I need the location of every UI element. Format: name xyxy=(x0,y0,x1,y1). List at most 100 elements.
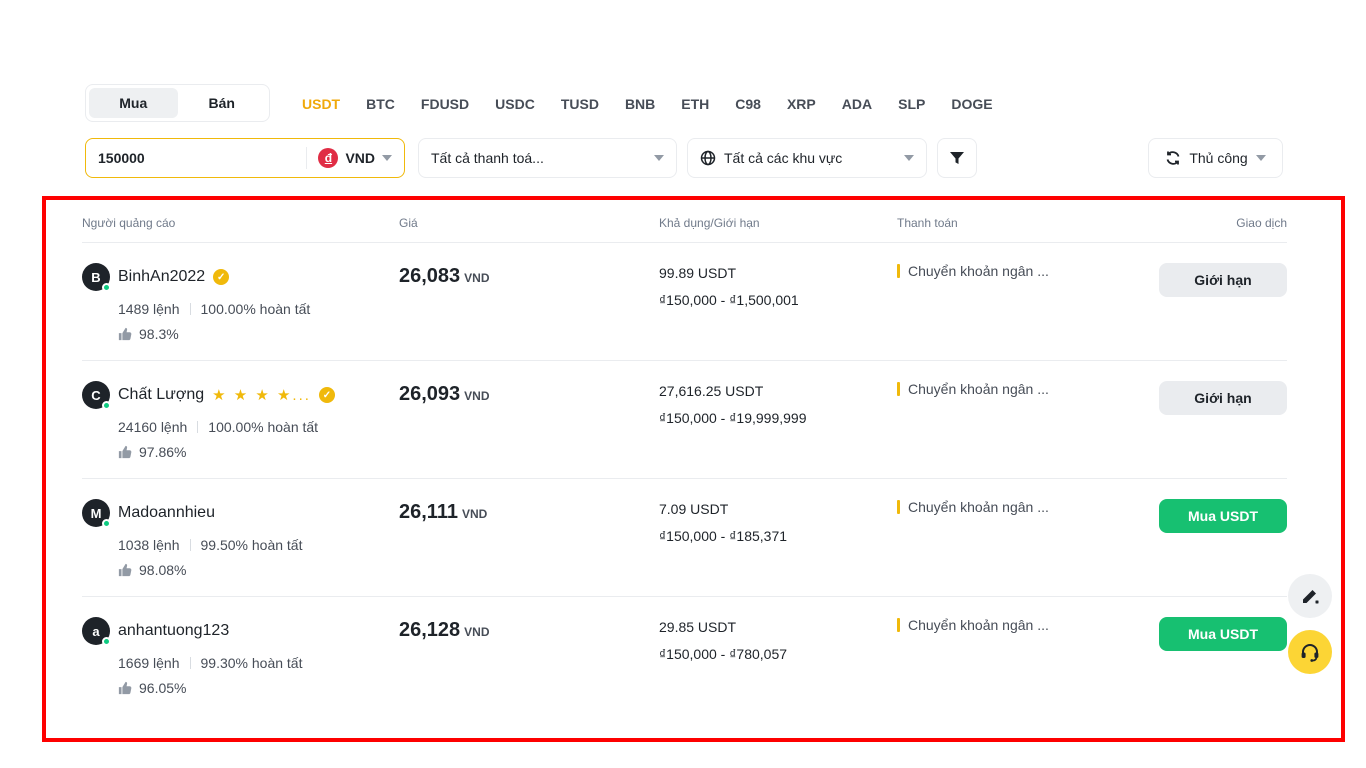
buy-tab[interactable]: Mua xyxy=(89,88,178,118)
advertiser-name[interactable]: Chất Lượng xyxy=(118,386,204,404)
thumbs-up-icon xyxy=(118,445,132,459)
action-cell: Mua USDT xyxy=(1159,617,1287,651)
tab-xrp[interactable]: XRP xyxy=(787,96,816,112)
payment-cell: Chuyển khoản ngân ... xyxy=(897,263,1159,279)
divider xyxy=(190,657,191,669)
available-limit-cell: 7.09 USDT ₫150,000 - ₫185,371 xyxy=(659,499,897,544)
payment-method-dropdown[interactable]: Tất cả thanh toá... xyxy=(418,138,677,178)
annotation-rectangle: Người quảng cáo Giá Khả dụng/Giới hạn Th… xyxy=(42,196,1345,742)
currency-label: VND xyxy=(345,150,375,166)
limit-button[interactable]: Giới hạn xyxy=(1159,263,1287,297)
price-currency: VND xyxy=(462,507,487,521)
amount-filter: đ VND xyxy=(85,138,405,178)
action-cell: Mua USDT xyxy=(1159,499,1287,533)
payment-method: Chuyển khoản ngân ... xyxy=(908,263,1049,279)
amount-input[interactable] xyxy=(86,139,306,177)
thumbs-up-icon xyxy=(118,563,132,577)
advertiser-name[interactable]: anhantuong123 xyxy=(118,622,229,640)
headset-icon xyxy=(1299,641,1321,663)
edit-pencil-icon xyxy=(1300,586,1320,606)
advertiser-cell: B BinhAn2022 ✓ 1489 lệnh 100.00% hoàn tấ… xyxy=(82,263,399,342)
tab-usdt[interactable]: USDT xyxy=(302,96,340,112)
currency-selector[interactable]: đ VND xyxy=(306,148,404,168)
available-amount: 29.85 USDT xyxy=(659,617,897,637)
tab-eth[interactable]: ETH xyxy=(681,96,709,112)
buy-sell-toggle: Mua Bán xyxy=(85,84,270,122)
tab-c98[interactable]: C98 xyxy=(735,96,761,112)
customer-support-button[interactable] xyxy=(1288,630,1332,674)
refresh-mode-button[interactable]: Thủ công xyxy=(1148,138,1283,178)
avatar[interactable]: M xyxy=(82,499,110,527)
avatar[interactable]: B xyxy=(82,263,110,291)
payment-method-bar xyxy=(897,264,900,278)
avatar-initial: C xyxy=(91,388,100,403)
avatar[interactable]: a xyxy=(82,617,110,645)
offer-row: C Chất Lượng ★ ★ ★ ★... ✓ 24160 lệnh 100… xyxy=(82,360,1287,478)
rating-percent: 96.05% xyxy=(139,680,186,696)
region-dropdown[interactable]: Tất cả các khu vực xyxy=(687,138,927,178)
limit-button[interactable]: Giới hạn xyxy=(1159,381,1287,415)
sell-tab[interactable]: Bán xyxy=(178,88,267,118)
tab-slp[interactable]: SLP xyxy=(898,96,925,112)
online-status-dot xyxy=(102,637,111,646)
completion-rate: 99.50% hoàn tất xyxy=(201,537,303,553)
rating-percent: 98.08% xyxy=(139,562,186,578)
buy-usdt-button[interactable]: Mua USDT xyxy=(1159,617,1287,651)
chevron-down-icon xyxy=(1256,155,1266,161)
payment-dropdown-label: Tất cả thanh toá... xyxy=(431,150,646,166)
crypto-tabs: USDT BTC FDUSD USDC TUSD BNB ETH C98 XRP… xyxy=(302,93,993,115)
advertiser-cell: C Chất Lượng ★ ★ ★ ★... ✓ 24160 lệnh 100… xyxy=(82,381,399,460)
buy-usdt-button[interactable]: Mua USDT xyxy=(1159,499,1287,533)
available-amount: 99.89 USDT xyxy=(659,263,897,283)
orders-count: 1489 lệnh xyxy=(118,301,180,317)
price-value: 26,111 xyxy=(399,501,458,523)
header-payment: Thanh toán xyxy=(897,216,1159,230)
price-cell: 26,093VND xyxy=(399,381,659,407)
funnel-icon xyxy=(949,150,965,166)
advertiser-name[interactable]: Madoannhieu xyxy=(118,504,215,522)
verified-badge-icon: ✓ xyxy=(213,269,229,285)
table-header-row: Người quảng cáo Giá Khả dụng/Giới hạn Th… xyxy=(82,210,1287,243)
tab-bnb[interactable]: BNB xyxy=(625,96,655,112)
avatar-initial: a xyxy=(92,624,99,639)
region-dropdown-label: Tất cả các khu vực xyxy=(724,150,896,166)
offers-table: Người quảng cáo Giá Khả dụng/Giới hạn Th… xyxy=(82,210,1287,714)
payment-method-bar xyxy=(897,382,900,396)
order-limit: ₫150,000 - ₫185,371 xyxy=(659,528,897,544)
tab-doge[interactable]: DOGE xyxy=(951,96,992,112)
tab-fdusd[interactable]: FDUSD xyxy=(421,96,469,112)
payment-method: Chuyển khoản ngân ... xyxy=(908,499,1049,515)
orders-count: 24160 lệnh xyxy=(118,419,187,435)
post-ad-button[interactable] xyxy=(1288,574,1332,618)
refresh-icon xyxy=(1165,150,1181,166)
payment-cell: Chuyển khoản ngân ... xyxy=(897,499,1159,515)
avatar-initial: B xyxy=(91,270,100,285)
completion-rate: 99.30% hoàn tất xyxy=(201,655,303,671)
filter-button[interactable] xyxy=(937,138,977,178)
order-limit: ₫150,000 - ₫780,057 xyxy=(659,646,897,662)
price-cell: 26,128VND xyxy=(399,617,659,643)
offer-row: B BinhAn2022 ✓ 1489 lệnh 100.00% hoàn tấ… xyxy=(82,243,1287,360)
online-status-dot xyxy=(102,519,111,528)
price-value: 26,083 xyxy=(399,265,460,287)
advertiser-name[interactable]: BinhAn2022 xyxy=(118,268,205,286)
available-limit-cell: 29.85 USDT ₫150,000 - ₫780,057 xyxy=(659,617,897,662)
divider xyxy=(190,539,191,551)
price-value: 26,128 xyxy=(399,619,460,641)
price-cell: 26,083VND xyxy=(399,263,659,289)
online-status-dot xyxy=(102,401,111,410)
completion-rate: 100.00% hoàn tất xyxy=(208,419,318,435)
avatar[interactable]: C xyxy=(82,381,110,409)
offer-row: a anhantuong123 1669 lệnh 99.30% hoàn tấ… xyxy=(82,596,1287,714)
payment-cell: Chuyển khoản ngân ... xyxy=(897,381,1159,397)
rating-percent: 97.86% xyxy=(139,444,186,460)
tab-ada[interactable]: ADA xyxy=(842,96,872,112)
header-price: Giá xyxy=(399,216,659,230)
header-available-limit: Khả dụng/Giới hạn xyxy=(659,216,897,230)
header-trade: Giao dịch xyxy=(1159,216,1287,230)
chevron-down-icon xyxy=(382,155,392,161)
price-cell: 26,111 VND xyxy=(399,499,659,525)
tab-tusd[interactable]: TUSD xyxy=(561,96,599,112)
tab-btc[interactable]: BTC xyxy=(366,96,395,112)
tab-usdc[interactable]: USDC xyxy=(495,96,535,112)
